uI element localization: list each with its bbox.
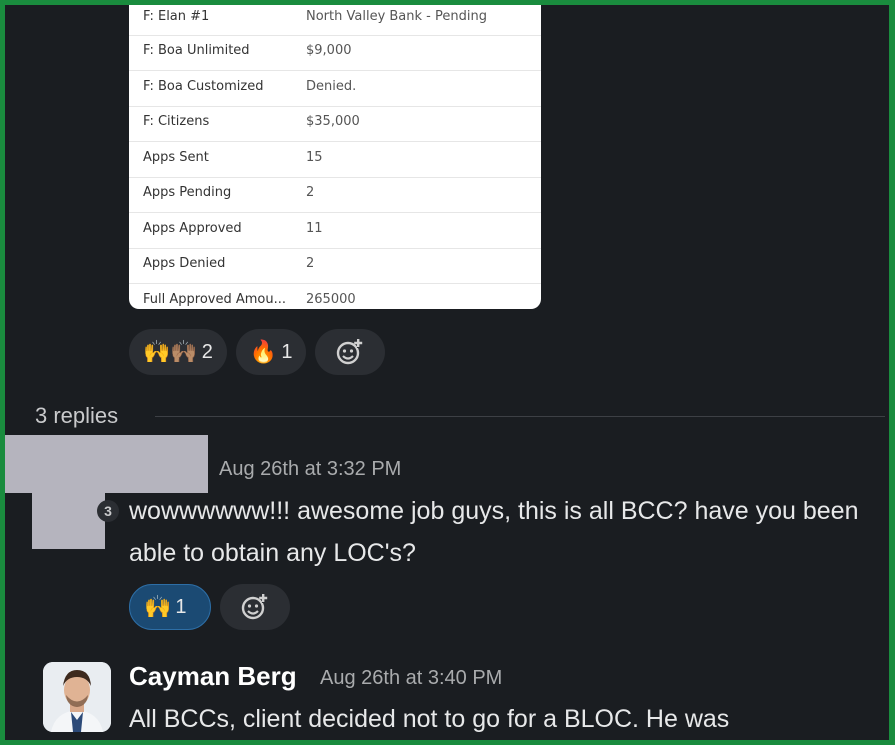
table-key: Full Approved Amou... xyxy=(143,292,286,307)
message-timestamp[interactable]: Aug 26th at 3:40 PM xyxy=(320,667,502,690)
reaction-raised-hands[interactable]: 🙌🙌🏽 2 xyxy=(129,329,227,375)
avatar[interactable] xyxy=(43,662,111,732)
table-value: $35,000 xyxy=(306,114,360,129)
reaction-count: 2 xyxy=(201,340,213,363)
table-row: F: Boa Unlimited $9,000 xyxy=(129,35,541,71)
divider-line xyxy=(155,416,885,417)
reaction-raised-hands[interactable]: 🙌 1 xyxy=(129,584,211,630)
table-value: 2 xyxy=(306,185,315,200)
table-key: Apps Pending xyxy=(143,185,232,200)
thread-replies-divider: 3 replies xyxy=(35,403,885,433)
table-key: Apps Denied xyxy=(143,256,226,271)
redacted-author-block xyxy=(5,435,208,493)
table-key: Apps Approved xyxy=(143,221,242,236)
reaction-fire[interactable]: 🔥 1 xyxy=(235,329,307,375)
add-reaction-icon xyxy=(241,594,268,620)
redacted-avatar-block xyxy=(32,493,105,549)
add-reaction-button[interactable] xyxy=(315,329,386,375)
table-row: Apps Sent 15 xyxy=(129,142,541,178)
raised-hands-icon: 🙌 xyxy=(144,594,172,619)
table-key: F: Citizens xyxy=(143,114,210,129)
table-value: 15 xyxy=(306,150,323,165)
table-value: $9,000 xyxy=(306,43,352,58)
table-row: Full Approved Amou... 265000 xyxy=(129,284,541,309)
table-row: F: Elan #1 North Valley Bank - Pending xyxy=(129,5,541,36)
reaction-bar: 🙌🙌🏽 2 🔥 1 xyxy=(129,329,386,375)
message-timestamp[interactable]: Aug 26th at 3:32 PM xyxy=(219,458,401,481)
table-row: F: Boa Customized Denied. xyxy=(129,71,541,107)
table-value: North Valley Bank - Pending xyxy=(306,9,487,24)
fire-icon: 🔥 xyxy=(249,339,278,364)
message-text: wowwwwww!!! awesome job guys, this is al… xyxy=(129,497,859,567)
reaction-bar: 🙌 1 xyxy=(129,584,290,630)
message-text: All BCCs, client decided not to go for a… xyxy=(129,705,730,733)
raised-hands-icon: 🙌🙌🏽 xyxy=(143,339,198,364)
table-value: 2 xyxy=(306,256,315,271)
table-value: Denied. xyxy=(306,79,357,94)
table-value: 265000 xyxy=(306,292,356,307)
table-value: 11 xyxy=(306,221,323,236)
table-key: F: Boa Unlimited xyxy=(143,43,250,58)
message-author[interactable]: Cayman Berg xyxy=(129,661,297,692)
replies-count-label: 3 replies xyxy=(35,403,119,428)
add-reaction-icon xyxy=(337,339,363,365)
table-key: Apps Sent xyxy=(143,150,209,165)
table-row: Apps Approved 11 xyxy=(129,213,541,249)
data-table-card: F: Elan #1 North Valley Bank - Pending F… xyxy=(129,5,541,309)
table-key: F: Boa Customized xyxy=(143,79,264,94)
table-key: F: Elan #1 xyxy=(143,9,210,24)
user-avatar-icon xyxy=(43,662,111,732)
reaction-count: 1 xyxy=(175,595,187,618)
reaction-count: 1 xyxy=(281,340,293,363)
table-row: Apps Denied 2 xyxy=(129,248,541,284)
badge: 3 xyxy=(97,500,119,522)
table-row: Apps Pending 2 xyxy=(129,177,541,213)
slack-thread-pane: F: Elan #1 North Valley Bank - Pending F… xyxy=(5,5,889,740)
table-row: F: Citizens $35,000 xyxy=(129,106,541,142)
add-reaction-button[interactable] xyxy=(220,584,290,630)
